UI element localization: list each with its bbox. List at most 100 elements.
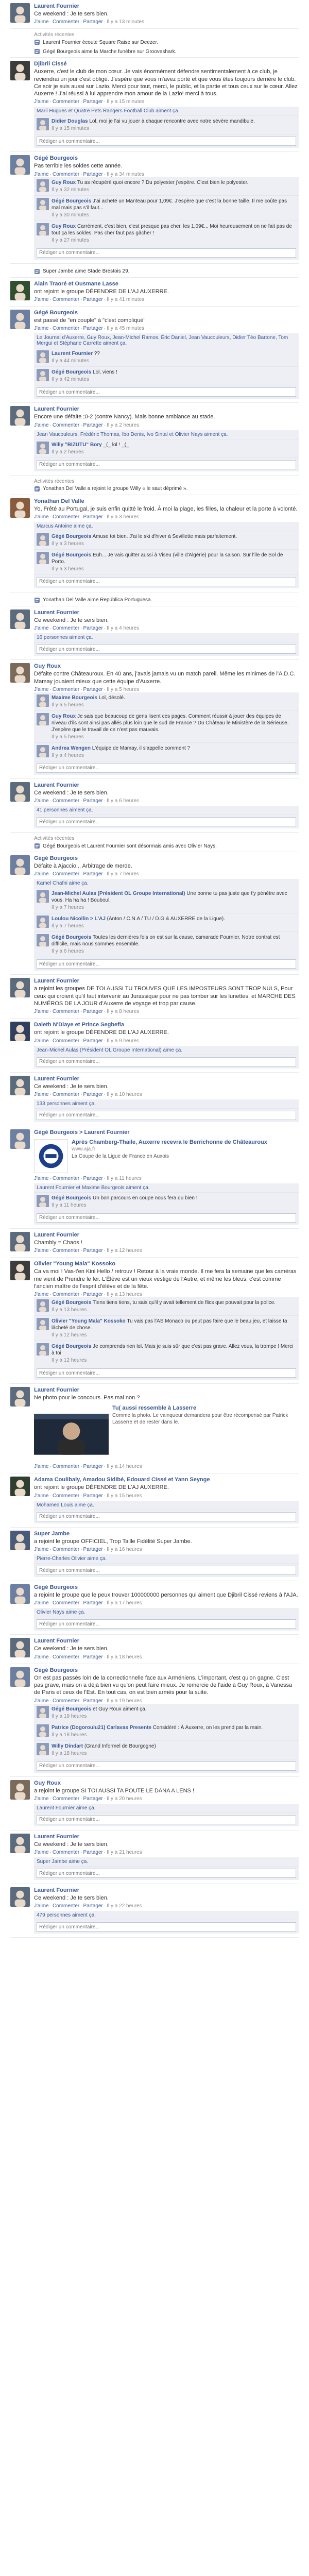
- share-link[interactable]: Partager: [83, 1903, 103, 1909]
- avatar[interactable]: [10, 1261, 30, 1281]
- share-link[interactable]: Partager: [83, 1654, 103, 1660]
- share-link[interactable]: Partager: [83, 1850, 103, 1855]
- comment-link[interactable]: Commenter: [53, 625, 79, 631]
- avatar[interactable]: [10, 155, 30, 175]
- share-link[interactable]: Partager: [83, 798, 103, 804]
- like-link[interactable]: J'aime: [34, 687, 49, 692]
- avatar[interactable]: [10, 1584, 30, 1604]
- like-link[interactable]: J'aime: [34, 99, 49, 105]
- activity-item[interactable]: Yonathan Del Valle aime República Portug…: [34, 596, 299, 605]
- comment-link[interactable]: Commenter: [53, 1654, 79, 1660]
- comment-link[interactable]: Commenter: [53, 1038, 79, 1044]
- commenter-avatar[interactable]: [37, 179, 49, 192]
- avatar[interactable]: [10, 1387, 30, 1407]
- commenter-name[interactable]: Olivier "Young Mala" Kossoko: [52, 1318, 126, 1324]
- like-link[interactable]: J'aime: [34, 1176, 49, 1181]
- comment-input[interactable]: [37, 137, 296, 146]
- share-link[interactable]: Partager: [83, 687, 103, 692]
- story-actor[interactable]: Gégé Bourgeois > Laurent Fournier: [34, 1129, 299, 1136]
- commenter-avatar[interactable]: [37, 890, 49, 903]
- commenter-name[interactable]: Gégé Bourgeois: [52, 935, 91, 940]
- story-actor[interactable]: Gégé Bourgeois: [34, 155, 299, 161]
- story-actor[interactable]: Guy Roux: [34, 663, 299, 669]
- likes-summary[interactable]: 133 personnes aiment ça.: [34, 1099, 299, 1109]
- likes-summary[interactable]: Laurent Fournier et Maxime Bourgeois aim…: [34, 1183, 299, 1193]
- commenter-name[interactable]: Gégé Bourgeois: [52, 1300, 91, 1306]
- comment-input[interactable]: [37, 1057, 296, 1066]
- avatar[interactable]: [10, 310, 30, 330]
- share-link[interactable]: Partager: [83, 1092, 103, 1097]
- share-link[interactable]: Partager: [83, 1547, 103, 1552]
- like-link[interactable]: J'aime: [34, 422, 49, 428]
- story-actor[interactable]: Laurent Fournier: [34, 3, 299, 9]
- avatar[interactable]: [10, 1129, 30, 1149]
- likes-summary[interactable]: Pierre-Charles Olivier aime ça.: [34, 1554, 299, 1564]
- like-link[interactable]: J'aime: [34, 514, 49, 520]
- share-link[interactable]: Partager: [83, 422, 103, 428]
- commenter-name[interactable]: Gégé Bourgeois: [52, 534, 91, 539]
- activity-item[interactable]: Yonathan Del Valle a rejoint le groupe W…: [34, 484, 299, 494]
- likes-summary[interactable]: Marcus Antoine aime ça.: [34, 521, 299, 531]
- avatar[interactable]: [10, 1477, 30, 1497]
- comment-link[interactable]: Commenter: [53, 19, 79, 25]
- comment-input[interactable]: [37, 1566, 296, 1575]
- likes-summary[interactable]: Le Journal d'Auxerre, Guy Roux, Jean-Mic…: [34, 333, 299, 349]
- like-link[interactable]: J'aime: [34, 1092, 49, 1097]
- story-actor[interactable]: Daleth N'Diaye et Prince Segbefia: [34, 1022, 299, 1028]
- comment-input[interactable]: [37, 817, 296, 827]
- like-link[interactable]: J'aime: [34, 625, 49, 631]
- story-actor[interactable]: Laurent Fournier: [34, 1638, 299, 1644]
- comment-input[interactable]: [37, 1213, 296, 1223]
- share-link[interactable]: Partager: [83, 514, 103, 520]
- comment-link[interactable]: Commenter: [53, 1796, 79, 1802]
- comment-input[interactable]: [37, 577, 296, 586]
- share-link[interactable]: Partager: [83, 1796, 103, 1802]
- like-link[interactable]: J'aime: [34, 19, 49, 25]
- comment-link[interactable]: Commenter: [53, 1092, 79, 1097]
- commenter-name[interactable]: Patrice (Dogoroulu21) Carlavas Presente: [52, 1725, 151, 1731]
- likes-summary[interactable]: Super Jambe aime ça.: [34, 1857, 299, 1867]
- comment-link[interactable]: Commenter: [53, 687, 79, 692]
- comment-link[interactable]: Commenter: [53, 99, 79, 105]
- comment-link[interactable]: Commenter: [53, 1698, 79, 1704]
- like-link[interactable]: J'aime: [34, 1698, 49, 1704]
- link-thumbnail[interactable]: [34, 1139, 68, 1173]
- story-actor[interactable]: Laurent Fournier: [34, 978, 299, 984]
- like-link[interactable]: J'aime: [34, 172, 49, 177]
- commenter-avatar[interactable]: [37, 1343, 49, 1356]
- story-actor[interactable]: Djibril Cissé: [34, 61, 299, 67]
- likes-summary[interactable]: Kamel Chafni aime ça.: [34, 879, 299, 889]
- comment-input[interactable]: [37, 645, 296, 654]
- avatar[interactable]: [10, 3, 30, 23]
- commenter-avatar[interactable]: [37, 533, 49, 546]
- photo-thumbnail[interactable]: [34, 1408, 109, 1461]
- like-link[interactable]: J'aime: [34, 1547, 49, 1552]
- comment-input[interactable]: [37, 1110, 296, 1120]
- like-link[interactable]: J'aime: [34, 1850, 49, 1855]
- share-link[interactable]: Partager: [83, 19, 103, 25]
- story-actor[interactable]: Super Jambe: [34, 1531, 299, 1537]
- share-link[interactable]: Partager: [83, 871, 103, 877]
- comment-input[interactable]: [37, 1619, 296, 1629]
- commenter-avatar[interactable]: [37, 1318, 49, 1331]
- story-actor[interactable]: Laurent Fournier: [34, 1232, 299, 1238]
- commenter-name[interactable]: Didier Douglas: [52, 118, 88, 124]
- comment-input[interactable]: [37, 1761, 296, 1771]
- story-actor[interactable]: Laurent Fournier: [34, 1076, 299, 1082]
- comment-link[interactable]: Commenter: [53, 1903, 79, 1909]
- commenter-name[interactable]: Maxime Bourgeois: [52, 695, 97, 701]
- story-actor[interactable]: Alain Traoré et Ousmane Lasse: [34, 281, 299, 287]
- comment-link[interactable]: Commenter: [53, 172, 79, 177]
- like-link[interactable]: J'aime: [34, 1493, 49, 1499]
- comment-link[interactable]: Commenter: [53, 1248, 79, 1253]
- commenter-avatar[interactable]: [37, 1194, 49, 1207]
- share-link[interactable]: Partager: [83, 297, 103, 302]
- comment-link[interactable]: Commenter: [53, 1850, 79, 1855]
- avatar[interactable]: [10, 1833, 30, 1853]
- comment-input[interactable]: [37, 1922, 296, 1932]
- comment-link[interactable]: Commenter: [53, 1600, 79, 1606]
- like-link[interactable]: J'aime: [34, 1903, 49, 1909]
- comment-link[interactable]: Commenter: [53, 1292, 79, 1297]
- commenter-name[interactable]: Gégé Bourgeois: [52, 369, 91, 375]
- avatar[interactable]: [10, 1022, 30, 1042]
